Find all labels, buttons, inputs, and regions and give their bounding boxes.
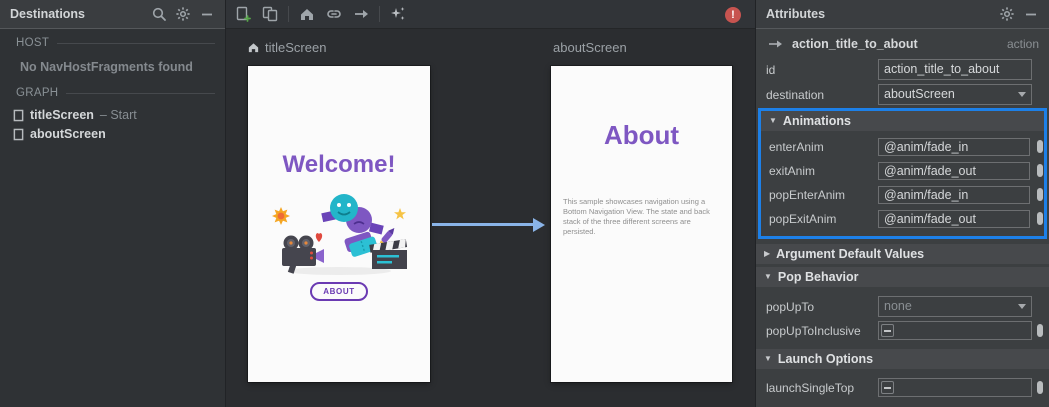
assign-start-icon[interactable]	[298, 5, 316, 23]
launchsingletop-label: launchSingleTop	[766, 381, 855, 395]
graph-item-name: titleScreen	[30, 108, 94, 122]
graph-item-name: aboutScreen	[30, 127, 106, 141]
destinations-panel-title: Destinations	[10, 7, 86, 21]
new-destination-icon[interactable]	[234, 5, 252, 23]
canvas-toolbar: !	[226, 0, 755, 29]
about-screen-preview[interactable]: About This sample showcases navigation u…	[551, 66, 732, 382]
screen-label-text: aboutScreen	[553, 40, 627, 55]
launch-options-section-header[interactable]: Launch Options	[756, 349, 1049, 369]
nav-editor-canvas[interactable]: ! titleScreen aboutScreen Welcome! ABOUT…	[226, 0, 755, 407]
start-destination-home-icon	[248, 43, 259, 53]
destination-value: aboutScreen	[884, 87, 955, 101]
popuptoinclusive-label: popUpToInclusive	[766, 324, 861, 338]
toolbar-separator	[288, 6, 289, 22]
exitanim-field[interactable]: @anim/fade_out	[878, 162, 1030, 180]
selected-action-name: action_title_to_about	[792, 37, 918, 51]
popenteranim-field[interactable]: @anim/fade_in	[878, 186, 1030, 204]
section-title: Pop Behavior	[777, 270, 859, 284]
resource-picker-pill[interactable]	[1037, 212, 1043, 225]
toolbar-separator	[379, 6, 380, 22]
popexitanim-label: popExitAnim	[769, 212, 837, 226]
enteranim-label: enterAnim	[769, 140, 824, 154]
popupto-value: none	[884, 299, 912, 313]
resource-picker-pill[interactable]	[1037, 324, 1043, 337]
screen-label-text: titleScreen	[265, 40, 327, 55]
chevron-down-icon	[1018, 304, 1026, 309]
destination-dropdown[interactable]: aboutScreen	[878, 84, 1032, 105]
chevron-down-icon	[1018, 92, 1026, 97]
destinations-panel-header: Destinations	[0, 0, 225, 29]
collapse-triangle-icon	[769, 117, 777, 125]
fragment-icon	[13, 109, 24, 121]
attributes-panel: Attributes action_title_to_about action …	[755, 0, 1049, 407]
minimize-icon[interactable]	[1023, 6, 1039, 22]
popupto-label: popUpTo	[766, 300, 815, 314]
collapse-triangle-icon	[764, 355, 772, 363]
host-empty-text: No NavHostFragments found	[20, 60, 193, 74]
collapse-triangle-icon	[764, 250, 770, 258]
attributes-panel-header: Attributes	[756, 0, 1049, 29]
destinations-panel: Destinations HOST No NavHostFragments fo…	[0, 0, 226, 407]
id-field[interactable]: action_title_to_about	[878, 59, 1032, 80]
resource-picker-pill[interactable]	[1037, 381, 1043, 394]
section-title: Animations	[782, 114, 851, 128]
resource-picker-pill[interactable]	[1037, 164, 1043, 177]
popupto-dropdown[interactable]: none	[878, 296, 1032, 317]
resource-picker-pill[interactable]	[1037, 188, 1043, 201]
auto-arrange-icon[interactable]	[389, 5, 407, 23]
selected-action-type: action	[1006, 37, 1039, 51]
indeterminate-checkbox-icon[interactable]	[881, 381, 894, 394]
enteranim-field[interactable]: @anim/fade_in	[878, 138, 1030, 156]
launchsingletop-checkbox-field[interactable]	[878, 378, 1032, 397]
nested-graph-icon[interactable]	[261, 5, 279, 23]
gear-icon[interactable]	[175, 6, 191, 22]
fragment-icon	[13, 128, 24, 140]
destination-label: destination	[766, 88, 825, 102]
popexitanim-row: popExitAnim @anim/fade_out	[761, 210, 1044, 228]
enteranim-row: enterAnim @anim/fade_in	[761, 138, 1044, 156]
title-screen-preview[interactable]: Welcome! ABOUT	[248, 66, 430, 382]
about-heading: About	[603, 120, 680, 150]
graph-item-suffix: – Start	[99, 108, 137, 122]
about-button[interactable]: ABOUT	[310, 282, 368, 301]
popexitanim-field[interactable]: @anim/fade_out	[878, 210, 1030, 228]
argument-defaults-section-header[interactable]: Argument Default Values	[756, 244, 1049, 264]
welcome-heading: Welcome!	[282, 151, 396, 178]
resource-picker-pill[interactable]	[1037, 140, 1043, 153]
about-screen-label[interactable]: aboutScreen	[553, 40, 627, 55]
gear-icon[interactable]	[999, 6, 1015, 22]
selected-action-row: action_title_to_about action	[756, 33, 1049, 55]
graph-item-aboutscreen[interactable]: aboutScreen	[13, 127, 112, 141]
graph-section-label: GRAPH	[16, 87, 215, 99]
deep-link-icon[interactable]	[325, 5, 343, 23]
popenteranim-row: popEnterAnim @anim/fade_in	[761, 186, 1044, 204]
search-icon[interactable]	[151, 6, 167, 22]
section-title: Argument Default Values	[776, 247, 925, 261]
about-body-text: This sample showcases navigation using a…	[563, 197, 710, 236]
exitanim-row: exitAnim @anim/fade_out	[761, 162, 1044, 180]
attributes-panel-title: Attributes	[766, 7, 826, 21]
pop-behavior-section-header[interactable]: Pop Behavior	[756, 267, 1049, 287]
title-screen-label[interactable]: titleScreen	[247, 40, 326, 55]
action-arrow-icon[interactable]	[352, 5, 370, 23]
animations-highlight-box: Animations enterAnim @anim/fade_in exitA…	[758, 108, 1047, 239]
action-title-to-about-arrow[interactable]	[432, 217, 545, 232]
graph-item-titlescreen[interactable]: titleScreen – Start	[13, 108, 137, 122]
host-section-label: HOST	[16, 37, 215, 49]
animations-section-header[interactable]: Animations	[761, 111, 1044, 131]
movies-illustration	[272, 194, 408, 275]
id-label: id	[766, 63, 776, 77]
error-badge[interactable]: !	[725, 7, 741, 23]
popenteranim-label: popEnterAnim	[769, 188, 846, 202]
action-icon	[769, 40, 782, 48]
minimize-icon[interactable]	[199, 6, 215, 22]
collapse-triangle-icon	[764, 273, 772, 281]
popuptoinclusive-checkbox-field[interactable]	[878, 321, 1032, 340]
exitanim-label: exitAnim	[769, 164, 816, 178]
indeterminate-checkbox-icon[interactable]	[881, 324, 894, 337]
section-title: Launch Options	[777, 352, 874, 366]
